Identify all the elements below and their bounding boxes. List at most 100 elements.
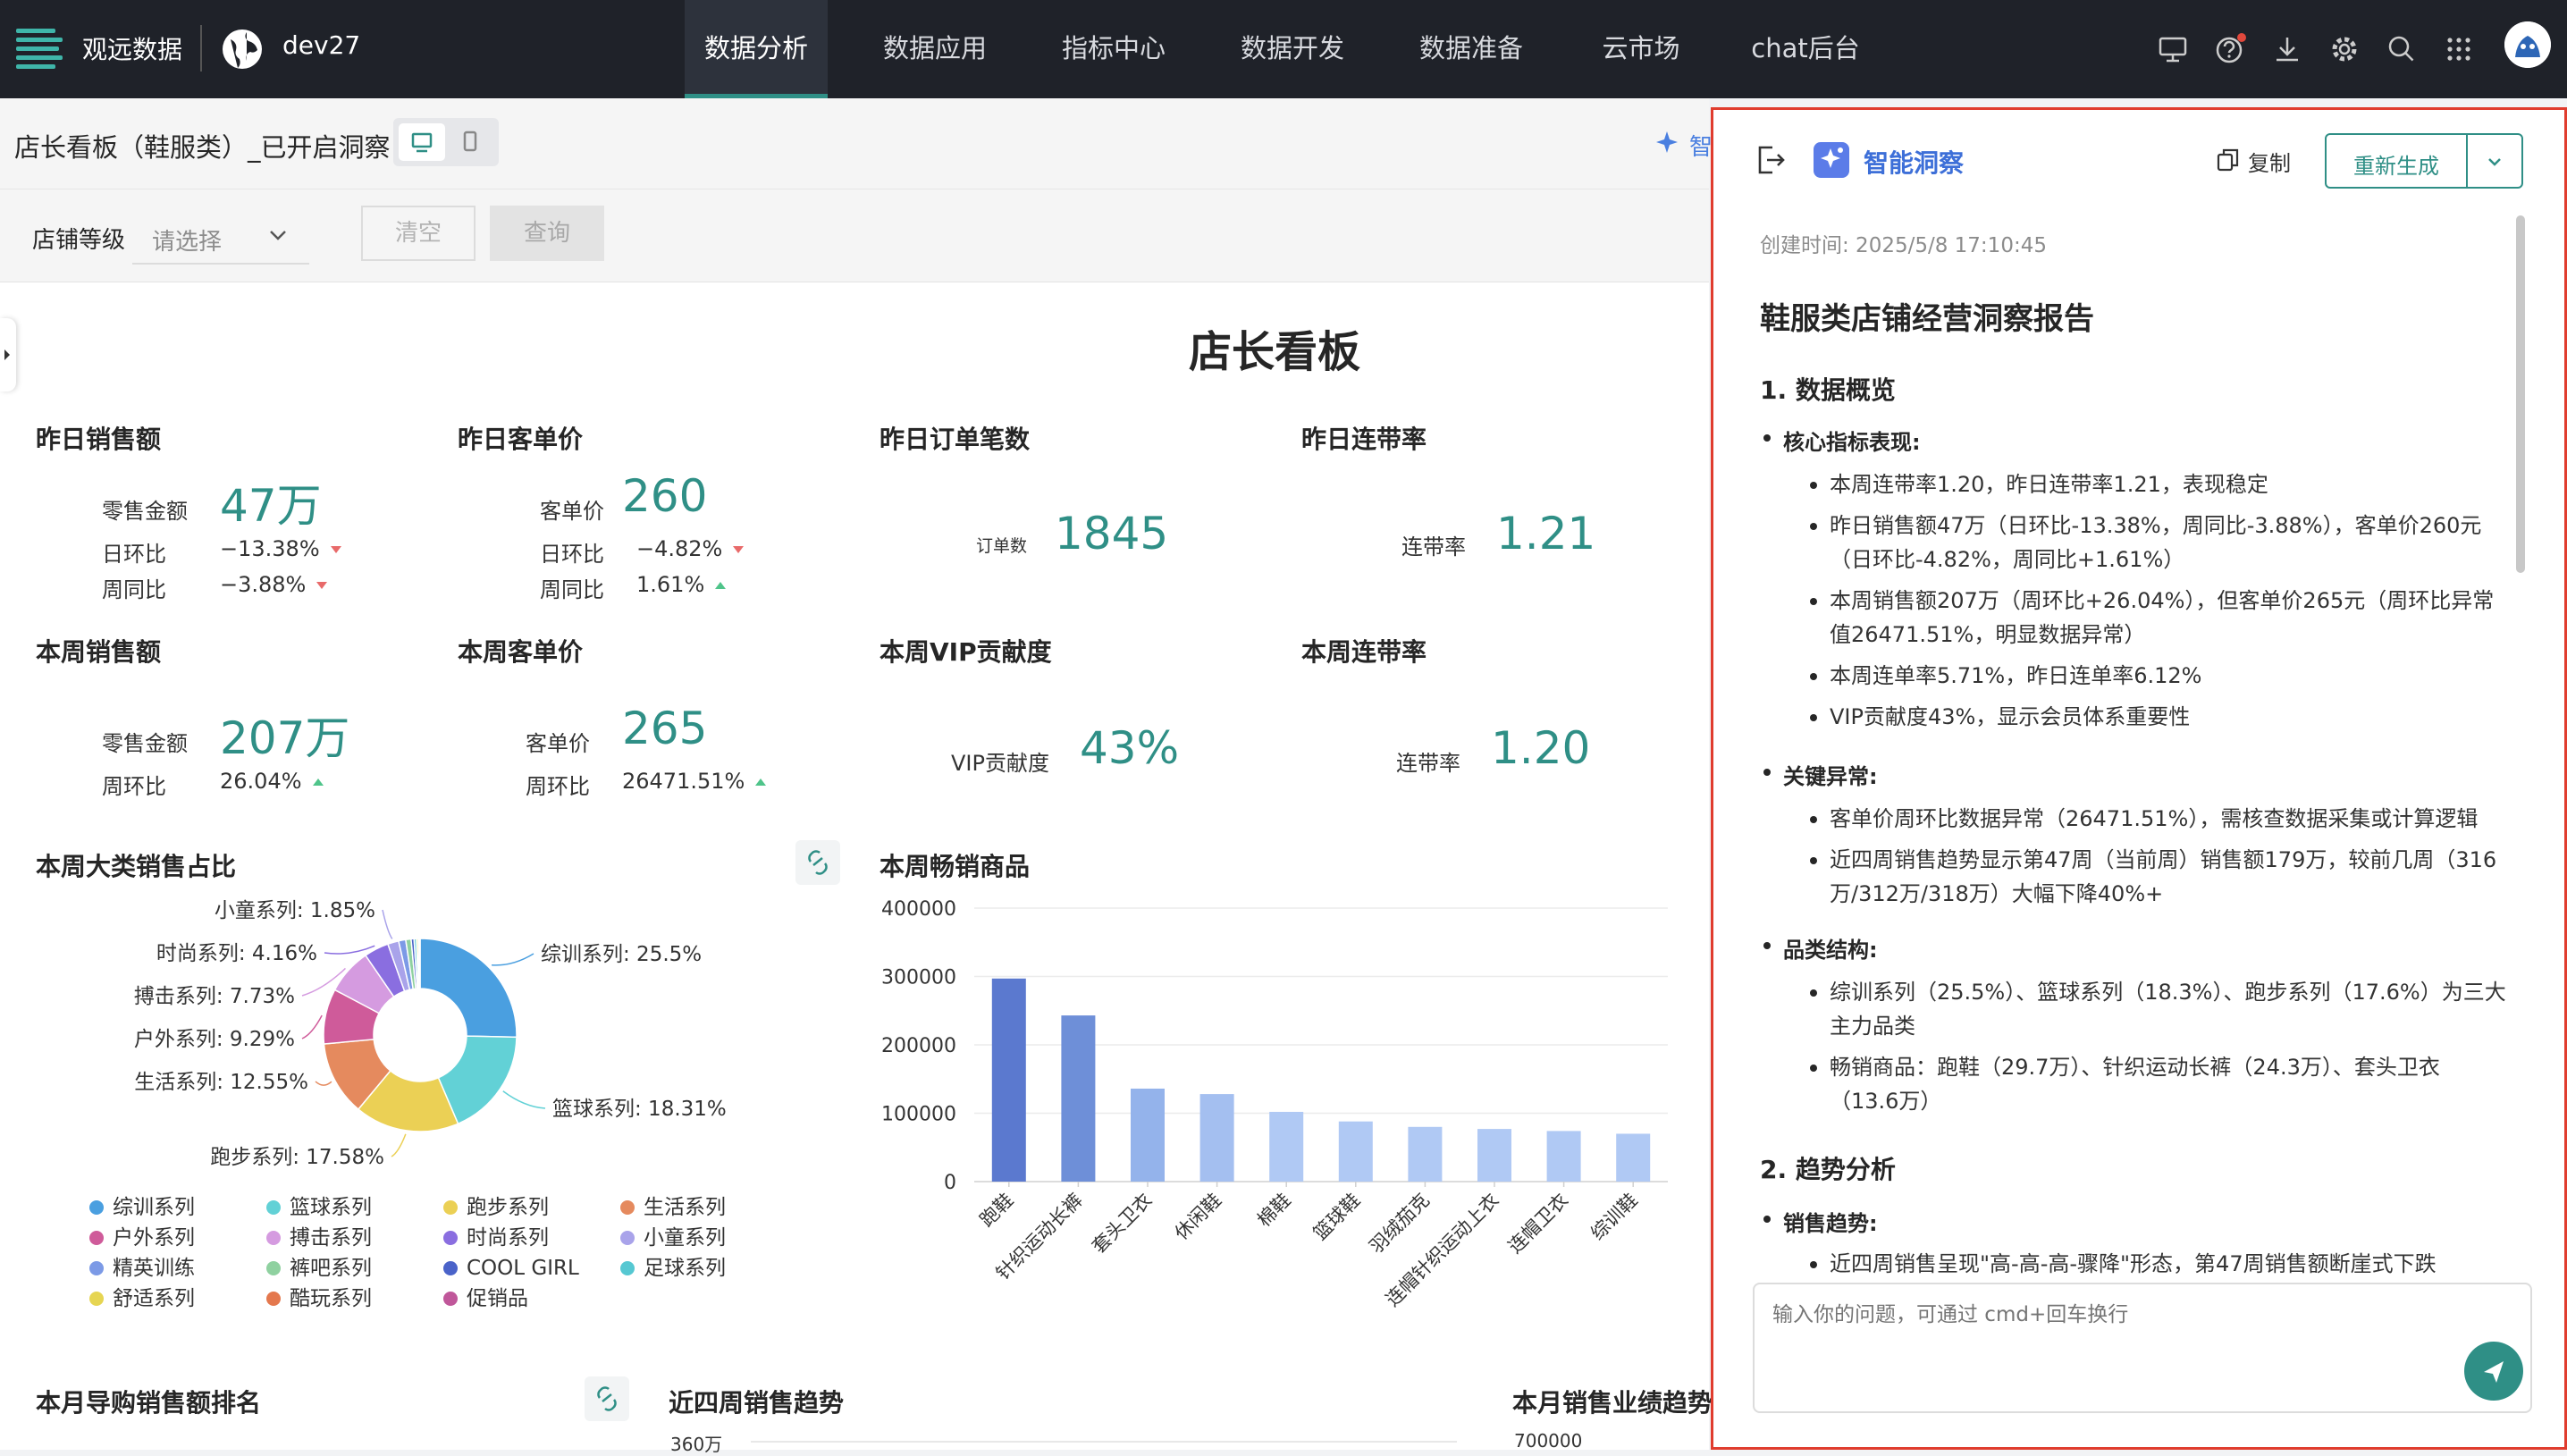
regenerate-button[interactable]: 重新生成 bbox=[2353, 148, 2439, 180]
question-input[interactable] bbox=[1772, 1297, 2505, 1351]
legend-item[interactable]: 时尚系列 bbox=[467, 1226, 549, 1250]
tab-metric-center[interactable]: 指标中心 bbox=[1042, 0, 1185, 98]
x-tick-label: 羽绒茄克 bbox=[1366, 1190, 1434, 1258]
pie-label-line bbox=[315, 1081, 332, 1086]
tab-data-analysis[interactable]: 数据分析 bbox=[685, 0, 828, 98]
send-button[interactable] bbox=[2464, 1342, 2523, 1401]
question-input-box[interactable] bbox=[1753, 1283, 2532, 1413]
bar[interactable] bbox=[1616, 1133, 1651, 1182]
search-icon[interactable] bbox=[2385, 32, 2419, 66]
y-tick-label: 0 bbox=[944, 1172, 956, 1194]
mobile-view-button[interactable] bbox=[447, 123, 493, 161]
tab-data-development[interactable]: 数据开发 bbox=[1221, 0, 1364, 98]
logo-icon[interactable] bbox=[13, 23, 63, 73]
legend-item[interactable]: 综训系列 bbox=[113, 1196, 195, 1219]
pie-slice[interactable] bbox=[418, 938, 421, 989]
link-button[interactable] bbox=[585, 1376, 629, 1421]
desktop-view-button[interactable] bbox=[399, 123, 445, 161]
insight-button-label[interactable]: 智 bbox=[1689, 129, 1713, 162]
performance-chart-title: 本月销售业绩趋势 bbox=[1512, 1388, 1713, 1418]
x-tick-label: 综训鞋 bbox=[1586, 1190, 1642, 1245]
ai-insight-icon bbox=[1814, 142, 1849, 178]
x-tick-label: 连帽卫衣 bbox=[1504, 1190, 1572, 1258]
download-icon[interactable] bbox=[2270, 32, 2304, 66]
kpi-label: 订单数 bbox=[976, 536, 1028, 556]
list-item: VIP贡献度43%，显示会员体系重要性 bbox=[1809, 700, 2190, 734]
bar[interactable] bbox=[991, 978, 1026, 1182]
exit-panel-icon[interactable] bbox=[1753, 142, 1788, 178]
legend-item[interactable]: 精英训练 bbox=[113, 1257, 195, 1280]
bar[interactable] bbox=[1131, 1088, 1165, 1182]
bar[interactable] bbox=[1269, 1111, 1304, 1182]
apps-grid-icon[interactable] bbox=[2442, 32, 2476, 66]
legend-item[interactable]: 搏击系列 bbox=[290, 1226, 372, 1250]
copy-button[interactable]: 复制 bbox=[2248, 146, 2291, 177]
legend-item[interactable]: 篮球系列 bbox=[290, 1196, 372, 1219]
help-icon[interactable] bbox=[2213, 32, 2247, 66]
insight-panel: 智能洞察 复制 重新生成 创建时间: 2025/5/8 17:10:45 鞋服类… bbox=[1711, 107, 2567, 1450]
query-button[interactable]: 查询 bbox=[490, 206, 604, 261]
user-avatar-icon[interactable] bbox=[2504, 21, 2551, 68]
chevron-down-icon[interactable] bbox=[2482, 149, 2507, 174]
workspace-name[interactable]: dev27 bbox=[282, 30, 360, 60]
chevron-right-icon bbox=[4, 349, 10, 360]
store-level-select[interactable]: 请选择 bbox=[132, 209, 309, 265]
tab-data-preparation[interactable]: 数据准备 bbox=[1400, 0, 1543, 98]
legend-marker bbox=[443, 1231, 458, 1245]
sidebar-toggle[interactable] bbox=[0, 318, 16, 391]
legend-marker bbox=[620, 1200, 635, 1215]
bar[interactable] bbox=[1338, 1121, 1373, 1182]
kpi-ratio-label: 周同比 bbox=[102, 577, 166, 602]
select-placeholder: 请选择 bbox=[152, 229, 223, 256]
list-heading: 品类结构: bbox=[1763, 932, 1878, 964]
legend-item[interactable]: COOL GIRL bbox=[467, 1257, 579, 1280]
list-item: 本周连单率5.71%，昨日连单率6.12% bbox=[1809, 659, 2201, 693]
bar[interactable] bbox=[1408, 1126, 1443, 1182]
legend-item[interactable]: 户外系列 bbox=[113, 1226, 195, 1250]
pie-label-line bbox=[382, 909, 393, 939]
x-tick-label: 棉鞋 bbox=[1253, 1190, 1295, 1232]
tab-data-application[interactable]: 数据应用 bbox=[863, 0, 1006, 98]
pie-data-label: 搏击系列: 7.73% bbox=[134, 985, 295, 1008]
copy-icon[interactable] bbox=[2214, 146, 2243, 174]
legend-item[interactable]: 促销品 bbox=[467, 1287, 528, 1310]
pie-slice[interactable] bbox=[419, 938, 518, 1039]
report-title: 鞋服类店铺经营洞察报告 bbox=[1760, 301, 2094, 337]
bar[interactable] bbox=[1061, 1015, 1096, 1182]
sparkle-icon[interactable] bbox=[1655, 129, 1682, 156]
kpi-label: 客单价 bbox=[540, 499, 604, 524]
tab-chat-backend[interactable]: chat后台 bbox=[1734, 0, 1877, 98]
legend-marker bbox=[89, 1231, 104, 1245]
bar[interactable] bbox=[1199, 1094, 1234, 1182]
scrollbar[interactable] bbox=[2516, 215, 2525, 573]
globe-icon[interactable] bbox=[220, 27, 265, 72]
bar[interactable] bbox=[1477, 1129, 1511, 1182]
kpi-value: 1.21 bbox=[1496, 508, 1596, 560]
pie-label-line bbox=[492, 953, 534, 966]
bar[interactable] bbox=[1546, 1131, 1581, 1182]
settings-icon[interactable] bbox=[2327, 32, 2361, 66]
tab-cloud-market[interactable]: 云市场 bbox=[1578, 0, 1704, 98]
kpi-title: 昨日客单价 bbox=[458, 425, 584, 454]
device-switch[interactable] bbox=[393, 118, 499, 166]
legend-item[interactable]: 小童系列 bbox=[644, 1226, 726, 1250]
legend-item[interactable]: 跑步系列 bbox=[467, 1196, 549, 1219]
legend-item[interactable]: 裤吧系列 bbox=[290, 1257, 372, 1280]
legend-item[interactable]: 酷玩系列 bbox=[290, 1287, 372, 1310]
trend-chart-title: 近四周销售趋势 bbox=[669, 1388, 845, 1418]
link-button[interactable] bbox=[795, 840, 840, 885]
clear-button[interactable]: 清空 bbox=[361, 206, 476, 261]
pie-data-label: 时尚系列: 4.16% bbox=[156, 942, 317, 965]
kpi-ratio-label: 日环比 bbox=[102, 542, 166, 567]
y-tick-label: 100000 bbox=[881, 1104, 956, 1126]
kpi-label: VIP贡献度 bbox=[951, 751, 1049, 776]
x-tick-label: 休闲鞋 bbox=[1171, 1190, 1226, 1245]
regenerate-button-group[interactable]: 重新生成 bbox=[2325, 133, 2523, 189]
screen-icon[interactable] bbox=[2156, 32, 2190, 66]
list-item-cont: 主力品类 bbox=[1830, 1014, 1915, 1039]
legend-item[interactable]: 生活系列 bbox=[644, 1196, 726, 1219]
legend-marker bbox=[443, 1261, 458, 1275]
legend-item[interactable]: 舒适系列 bbox=[113, 1287, 195, 1310]
kpi-value: 1845 bbox=[1055, 508, 1169, 560]
legend-item[interactable]: 足球系列 bbox=[644, 1257, 726, 1280]
